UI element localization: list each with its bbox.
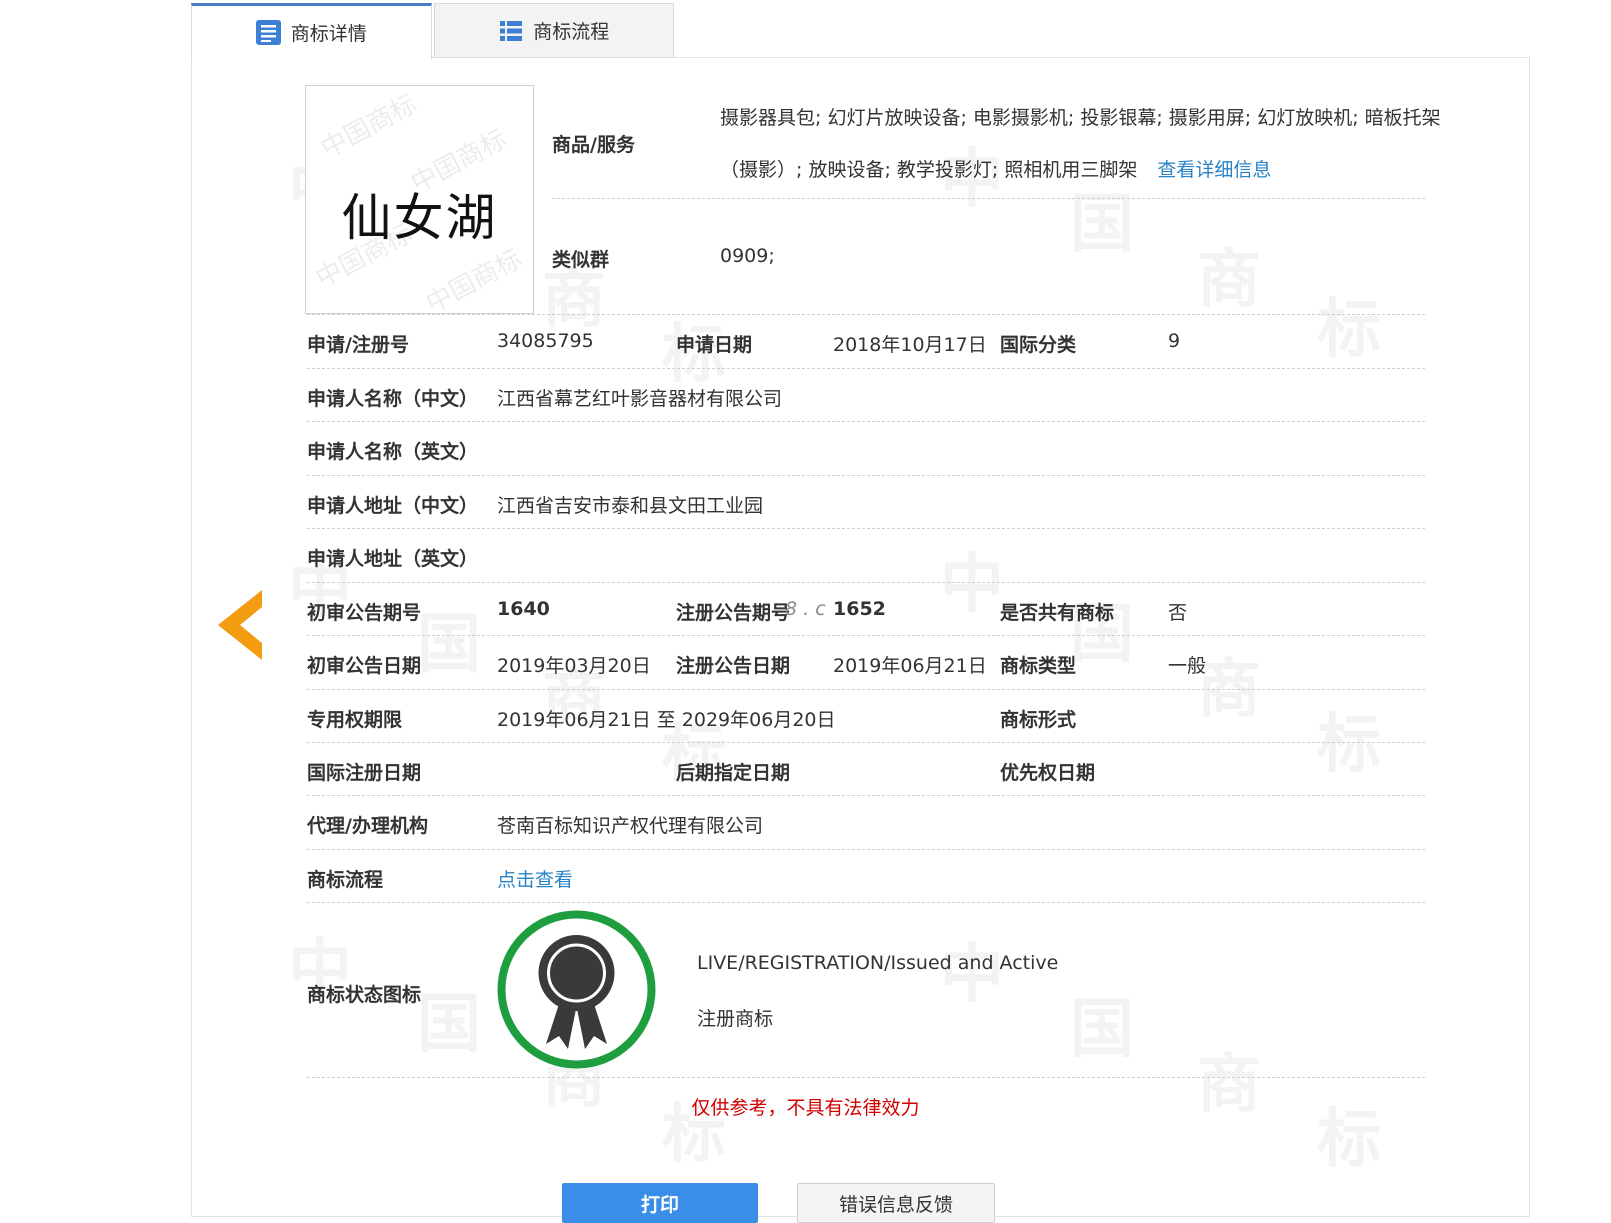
agent-label: 代理/办理机构 bbox=[307, 811, 428, 838]
divider bbox=[552, 198, 1425, 199]
view-details-link[interactable]: 查看详细信息 bbox=[1157, 159, 1271, 181]
status-text-en: LIVE/REGISTRATION/Issued and Active bbox=[697, 952, 1058, 974]
trademark-name: 仙女湖 bbox=[306, 178, 533, 250]
address-cn-value: 江西省吉安市泰和县文田工业园 bbox=[497, 491, 763, 518]
back-arrow-icon[interactable] bbox=[218, 590, 262, 660]
divider bbox=[307, 1077, 1425, 1078]
tab-label: 商标详情 bbox=[291, 19, 367, 46]
goods-line-2: （摄影）; 放映设备; 教学投影灯; 照相机用三脚架 查看详细信息 bbox=[720, 155, 1271, 182]
status-icon bbox=[496, 909, 657, 1070]
print-button[interactable]: 打印 bbox=[562, 1183, 758, 1223]
applicant-cn-label: 申请人名称（中文） bbox=[307, 384, 478, 411]
reg-date-value: 2019年06月21日 bbox=[833, 651, 987, 678]
divider bbox=[307, 689, 1425, 690]
goods-line-2-text: （摄影）; 放映设备; 教学投影灯; 照相机用三脚架 bbox=[720, 159, 1137, 181]
overlay-text: 8 . c bbox=[785, 598, 826, 620]
view-flow-link[interactable]: 点击查看 bbox=[497, 865, 573, 892]
tab-trademark-details[interactable]: 商标详情 bbox=[191, 3, 432, 59]
status-label: 商标状态图标 bbox=[307, 980, 421, 1007]
prelim-date-value: 2019年03月20日 bbox=[497, 651, 651, 678]
error-feedback-button[interactable]: 错误信息反馈 bbox=[797, 1183, 995, 1223]
prelim-issue-label: 初审公告期号 bbox=[307, 598, 421, 625]
agent-value: 苍南百标知识产权代理有限公司 bbox=[497, 811, 763, 838]
reg-no-value: 34085795 bbox=[497, 330, 594, 352]
similar-group-value: 0909; bbox=[720, 245, 775, 267]
status-text-cn: 注册商标 bbox=[697, 1004, 773, 1031]
tm-form-label: 商标形式 bbox=[1000, 705, 1076, 732]
applicant-cn-value: 江西省幕艺红叶影音器材有限公司 bbox=[497, 384, 782, 411]
exclusive-period-label: 专用权期限 bbox=[307, 705, 402, 732]
flow-label: 商标流程 bbox=[307, 865, 383, 892]
intl-reg-date-label: 国际注册日期 bbox=[307, 758, 421, 785]
reg-date-label: 注册公告日期 bbox=[676, 651, 790, 678]
reg-no-label: 申请/注册号 bbox=[307, 330, 409, 357]
reg-issue-value: 1652 bbox=[833, 598, 886, 620]
divider bbox=[307, 902, 1425, 903]
intl-class-label: 国际分类 bbox=[1000, 330, 1076, 357]
tab-trademark-flow[interactable]: 商标流程 bbox=[434, 3, 675, 57]
intl-class-value: 9 bbox=[1168, 330, 1180, 352]
tab-label: 商标流程 bbox=[533, 17, 609, 44]
shared-value: 否 bbox=[1168, 598, 1187, 625]
divider bbox=[307, 528, 1425, 529]
reg-issue-label: 注册公告期号 bbox=[676, 598, 790, 625]
divider bbox=[307, 314, 1425, 315]
divider bbox=[307, 475, 1425, 476]
divider bbox=[307, 849, 1425, 850]
divider bbox=[307, 421, 1425, 422]
app-date-label: 申请日期 bbox=[676, 330, 752, 357]
stamp-watermark: 中国商标 bbox=[418, 239, 527, 314]
address-cn-label: 申请人地址（中文） bbox=[307, 491, 478, 518]
divider bbox=[307, 635, 1425, 636]
legal-disclaimer: 仅供参考，不具有法律效力 bbox=[0, 1093, 1611, 1120]
divider bbox=[307, 795, 1425, 796]
later-designation-date-label: 后期指定日期 bbox=[676, 758, 790, 785]
similar-group-label: 类似群 bbox=[552, 245, 609, 272]
divider bbox=[307, 368, 1425, 369]
goods-line-1: 摄影器具包; 幻灯片放映设备; 电影摄影机; 投影银幕; 摄影用屏; 幻灯放映机… bbox=[720, 103, 1441, 130]
priority-date-label: 优先权日期 bbox=[1000, 758, 1095, 785]
shared-label: 是否共有商标 bbox=[1000, 598, 1114, 625]
list-icon bbox=[498, 18, 523, 43]
divider bbox=[307, 742, 1425, 743]
prelim-date-label: 初审公告日期 bbox=[307, 651, 421, 678]
exclusive-period-value: 2019年06月21日 至 2029年06月20日 bbox=[497, 705, 836, 732]
app-date-value: 2018年10月17日 bbox=[833, 330, 987, 357]
applicant-en-label: 申请人名称（英文） bbox=[307, 437, 478, 464]
goods-label: 商品/服务 bbox=[552, 130, 635, 157]
address-en-label: 申请人地址（英文） bbox=[307, 544, 478, 571]
document-list-icon bbox=[256, 20, 281, 45]
tm-type-value: 一般 bbox=[1168, 651, 1206, 678]
divider bbox=[307, 582, 1425, 583]
tm-type-label: 商标类型 bbox=[1000, 651, 1076, 678]
stamp-watermark: 中国商标 bbox=[313, 85, 422, 165]
trademark-image: 中国商标 中国商标 中国商标 中国商标 仙女湖 bbox=[305, 85, 534, 314]
tab-bar: 商标详情 商标流程 bbox=[191, 3, 674, 58]
prelim-issue-value: 1640 bbox=[497, 598, 550, 620]
